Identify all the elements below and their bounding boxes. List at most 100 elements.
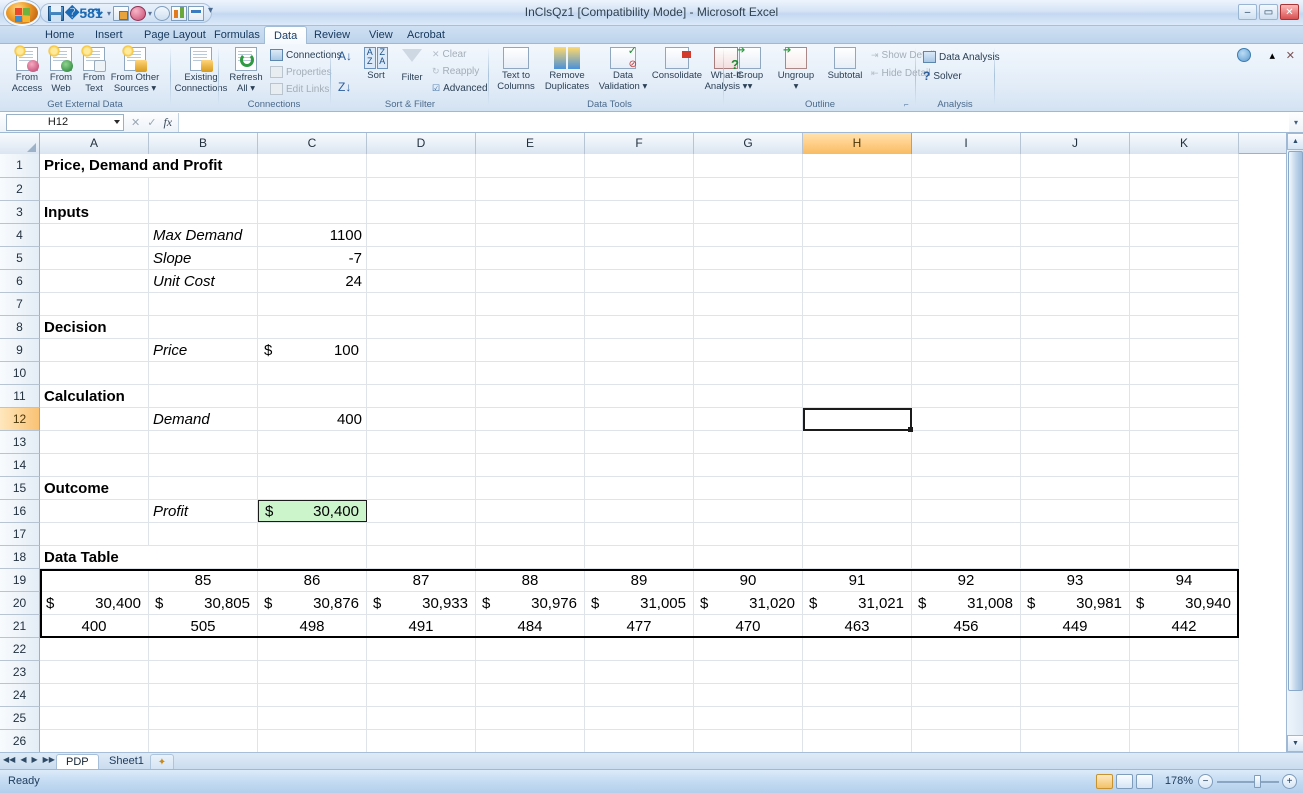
cell-K1[interactable]: [1130, 154, 1239, 177]
cell-E20[interactable]: $30,976: [476, 592, 585, 614]
cell-J24[interactable]: [1021, 684, 1130, 706]
cell-B11[interactable]: [149, 385, 258, 407]
cell-I17[interactable]: [912, 523, 1021, 545]
cell-D21[interactable]: 491: [367, 615, 476, 637]
cell-B2[interactable]: [149, 178, 258, 200]
cell-G2[interactable]: [694, 178, 803, 200]
cell-B26[interactable]: [149, 730, 258, 752]
cell-G20[interactable]: $31,020: [694, 592, 803, 614]
row-header-17[interactable]: 17: [0, 523, 40, 546]
row-header-13[interactable]: 13: [0, 431, 40, 454]
cell-F4[interactable]: [585, 224, 694, 246]
cell-C16[interactable]: $30,400: [258, 500, 367, 522]
cell-A7[interactable]: [40, 293, 149, 315]
cell-A4[interactable]: [40, 224, 149, 246]
cell-E2[interactable]: [476, 178, 585, 200]
cell-H21[interactable]: 463: [803, 615, 912, 637]
cell-D15[interactable]: [367, 477, 476, 499]
sort-button[interactable]: AZ ZA Sort: [358, 47, 394, 82]
cell-F14[interactable]: [585, 454, 694, 476]
cell-E1[interactable]: [476, 154, 585, 177]
column-header-b[interactable]: B: [149, 133, 258, 154]
cell-K26[interactable]: [1130, 730, 1239, 752]
cell-A19[interactable]: [40, 569, 149, 591]
cell-J6[interactable]: [1021, 270, 1130, 292]
cell-A17[interactable]: [40, 523, 149, 545]
cell-J12[interactable]: [1021, 408, 1130, 430]
cell-A2[interactable]: [40, 178, 149, 200]
cell-B10[interactable]: [149, 362, 258, 384]
cell-C10[interactable]: [258, 362, 367, 384]
cell-E23[interactable]: [476, 661, 585, 683]
cell-C15[interactable]: [258, 477, 367, 499]
scroll-down-icon[interactable]: ▼: [1287, 735, 1303, 752]
help-icon[interactable]: [1237, 48, 1251, 62]
cell-E6[interactable]: [476, 270, 585, 292]
cell-D13[interactable]: [367, 431, 476, 453]
subtotal-button[interactable]: Subtotal: [821, 47, 869, 82]
cell-G14[interactable]: [694, 454, 803, 476]
cell-B7[interactable]: [149, 293, 258, 315]
cell-I15[interactable]: [912, 477, 1021, 499]
cell-D12[interactable]: [367, 408, 476, 430]
cell-J26[interactable]: [1021, 730, 1130, 752]
cell-E8[interactable]: [476, 316, 585, 338]
cell-F6[interactable]: [585, 270, 694, 292]
cell-A6[interactable]: [40, 270, 149, 292]
cell-H13[interactable]: [803, 431, 912, 453]
cell-A8[interactable]: Decision: [40, 316, 149, 338]
row-header-8[interactable]: 8: [0, 316, 40, 339]
cell-I10[interactable]: [912, 362, 1021, 384]
tab-page-layout[interactable]: Page Layout: [135, 26, 215, 44]
cell-I13[interactable]: [912, 431, 1021, 453]
cell-C7[interactable]: [258, 293, 367, 315]
cell-K21[interactable]: 442: [1130, 615, 1239, 637]
insert-sheet-icon[interactable]: ✦: [150, 754, 174, 770]
cell-H4[interactable]: [803, 224, 912, 246]
cell-I24[interactable]: [912, 684, 1021, 706]
cell-C6[interactable]: 24: [258, 270, 367, 292]
cell-A22[interactable]: [40, 638, 149, 660]
cell-G16[interactable]: [694, 500, 803, 522]
cell-E10[interactable]: [476, 362, 585, 384]
cell-F17[interactable]: [585, 523, 694, 545]
advanced-button[interactable]: ☑ Advanced: [432, 83, 488, 94]
cell-G21[interactable]: 470: [694, 615, 803, 637]
cell-D18[interactable]: [367, 546, 476, 568]
cell-G17[interactable]: [694, 523, 803, 545]
column-header-i[interactable]: I: [912, 133, 1021, 154]
cell-K13[interactable]: [1130, 431, 1239, 453]
cell-H9[interactable]: [803, 339, 912, 361]
cell-B6[interactable]: Unit Cost: [149, 270, 258, 292]
cell-C20[interactable]: $30,876: [258, 592, 367, 614]
cell-G18[interactable]: [694, 546, 803, 568]
cell-E3[interactable]: [476, 201, 585, 223]
cell-F10[interactable]: [585, 362, 694, 384]
cell-E21[interactable]: 484: [476, 615, 585, 637]
cell-E17[interactable]: [476, 523, 585, 545]
cell-J15[interactable]: [1021, 477, 1130, 499]
row-header-6[interactable]: 6: [0, 270, 40, 293]
cell-area[interactable]: Price, Demand and Profit Inputs Max Demand…: [40, 154, 1239, 752]
cell-C23[interactable]: [258, 661, 367, 683]
cell-C25[interactable]: [258, 707, 367, 729]
cell-K9[interactable]: [1130, 339, 1239, 361]
cell-C21[interactable]: 498: [258, 615, 367, 637]
data-analysis-button[interactable]: Data Analysis: [923, 51, 1000, 63]
cell-B22[interactable]: [149, 638, 258, 660]
maximize-button[interactable]: ▭: [1259, 4, 1278, 20]
cell-F24[interactable]: [585, 684, 694, 706]
cell-A3[interactable]: Inputs: [40, 201, 149, 223]
cell-E16[interactable]: [476, 500, 585, 522]
tab-data[interactable]: Data: [264, 26, 308, 45]
cell-G13[interactable]: [694, 431, 803, 453]
cell-K20[interactable]: $30,940: [1130, 592, 1239, 614]
filter-button[interactable]: Filter: [394, 47, 430, 84]
chevron-down-icon[interactable]: [114, 119, 120, 124]
cell-E12[interactable]: [476, 408, 585, 430]
cell-D26[interactable]: [367, 730, 476, 752]
tab-acrobat[interactable]: Acrobat: [398, 26, 454, 44]
cell-E11[interactable]: [476, 385, 585, 407]
cell-G9[interactable]: [694, 339, 803, 361]
cell-J18[interactable]: [1021, 546, 1130, 568]
